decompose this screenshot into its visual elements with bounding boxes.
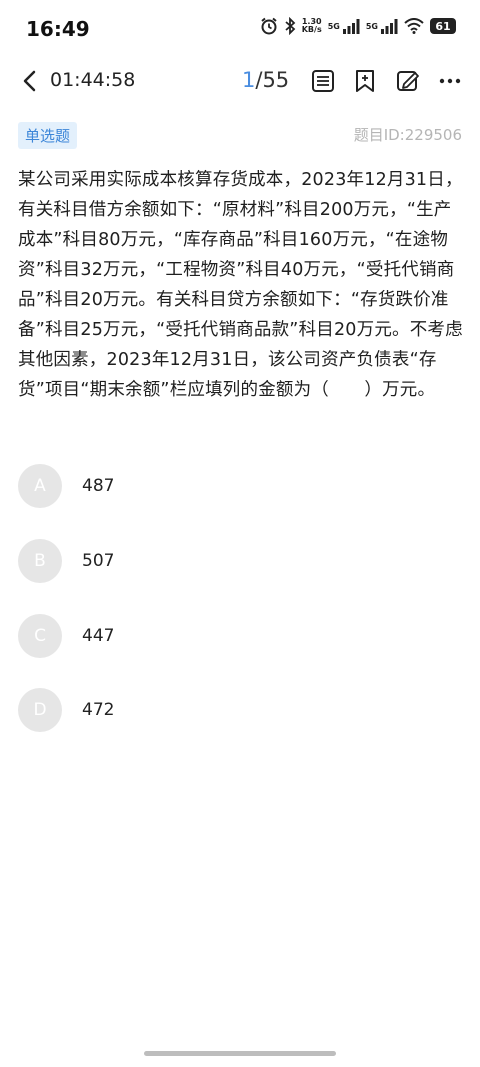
option-text: 507 xyxy=(82,551,115,571)
status-icons: 1.30 KB/s 5G 5G 61 xyxy=(260,17,456,35)
net-speed: 1.30 KB/s xyxy=(301,17,322,34)
home-indicator[interactable] xyxy=(144,1051,336,1056)
back-arrow-icon[interactable] xyxy=(18,68,44,94)
wifi-icon xyxy=(404,18,424,34)
question-id: 题目ID:229506 xyxy=(353,126,462,144)
question-text: 某公司采用实际成本核算存货成本，2023年12月31日，有关科目借方余额如下：“… xyxy=(18,170,463,400)
option-letter: A xyxy=(18,464,62,508)
answer-sheet-icon[interactable] xyxy=(310,68,336,94)
option-letter: B xyxy=(18,539,62,583)
option-letter: C xyxy=(18,614,62,658)
option-text: 487 xyxy=(82,476,115,496)
option-b[interactable]: B 507 xyxy=(18,539,458,583)
total-count: /55 xyxy=(255,68,290,92)
battery-icon: 61 xyxy=(430,18,456,34)
alarm-icon xyxy=(261,17,277,35)
option-d[interactable]: D 472 xyxy=(18,688,458,732)
current-index: 1 xyxy=(242,68,256,92)
signal2-label: 5G xyxy=(365,21,378,31)
signal1-label: 5G xyxy=(327,21,340,31)
signal-icon xyxy=(342,19,360,34)
question-type-tag: 单选题 xyxy=(18,122,78,149)
option-c[interactable]: C 447 xyxy=(18,614,458,658)
notes-edit-icon[interactable] xyxy=(395,68,421,94)
option-letter: D xyxy=(18,688,62,732)
signal-icon xyxy=(381,19,398,34)
status-bar: 16:49 1.30 KB/s 5G 5G 61 xyxy=(0,0,480,60)
bluetooth-icon xyxy=(285,17,296,35)
more-icon[interactable] xyxy=(437,68,463,94)
status-time: 16:49 xyxy=(26,17,90,41)
option-text: 447 xyxy=(82,626,115,646)
header: 01:44:58 1/55 xyxy=(0,60,480,104)
timer: 01:44:58 xyxy=(50,69,136,91)
question-progress: 1/55 xyxy=(242,68,289,92)
bookmark-add-icon[interactable] xyxy=(352,68,378,94)
option-a[interactable]: A 487 xyxy=(18,464,458,508)
option-text: 472 xyxy=(82,700,115,720)
